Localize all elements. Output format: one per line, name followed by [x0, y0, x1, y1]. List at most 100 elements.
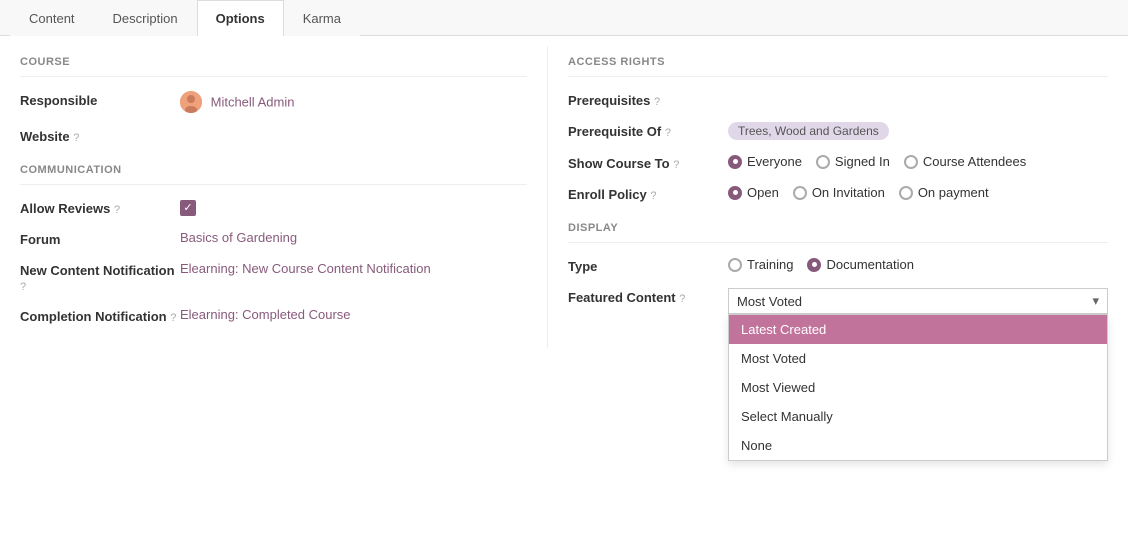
allow-reviews-help[interactable]: ?: [114, 204, 120, 216]
tab-description[interactable]: Description: [94, 0, 197, 36]
type-documentation-option[interactable]: Documentation: [807, 257, 913, 272]
enroll-policy-row: Enroll Policy ? Open On Invitation: [568, 185, 1108, 202]
new-content-label: New Content Notification ?: [20, 261, 180, 293]
featured-content-menu: Latest Created Most Voted Most Viewed Se…: [728, 314, 1108, 461]
new-content-help[interactable]: ?: [20, 281, 26, 293]
right-panel: ACCESS RIGHTS Prerequisites ? Prerequisi…: [548, 46, 1128, 348]
type-training-option[interactable]: Training: [728, 257, 793, 272]
responsible-value: Mitchell Admin: [180, 91, 527, 113]
type-documentation-label: Documentation: [826, 257, 913, 272]
type-row: Type Training Documentation: [568, 257, 1108, 274]
prerequisite-of-tag: Trees, Wood and Gardens: [728, 122, 889, 140]
prerequisite-of-row: Prerequisite Of ? Trees, Wood and Garden…: [568, 122, 1108, 140]
type-training-radio[interactable]: [728, 258, 742, 272]
show-attendees-radio[interactable]: [904, 155, 918, 169]
left-panel: COURSE Responsible Mitchell Admin: [0, 46, 548, 348]
website-help[interactable]: ?: [73, 132, 79, 144]
avatar: [180, 91, 202, 113]
enroll-payment-option[interactable]: On payment: [899, 185, 989, 200]
show-signed-in-label: Signed In: [835, 154, 890, 169]
type-value: Training Documentation: [728, 257, 1108, 272]
tab-bar: Content Description Options Karma: [0, 0, 1128, 36]
prerequisite-of-help[interactable]: ?: [665, 127, 671, 139]
show-signed-in-radio[interactable]: [816, 155, 830, 169]
new-content-value: Elearning: New Course Content Notificati…: [180, 261, 527, 276]
tab-options[interactable]: Options: [197, 0, 284, 36]
show-course-to-radio-group: Everyone Signed In Course Attendees: [728, 154, 1108, 169]
tabs-container: Content Description Options Karma COURSE…: [0, 0, 1128, 358]
enroll-policy-label: Enroll Policy ?: [568, 185, 728, 202]
completion-help[interactable]: ?: [170, 312, 176, 324]
enroll-policy-value: Open On Invitation On payment: [728, 185, 1108, 200]
enroll-payment-label: On payment: [918, 185, 989, 200]
dropdown-item-most-viewed[interactable]: Most Viewed: [729, 373, 1107, 402]
show-course-to-value: Everyone Signed In Course Attendees: [728, 154, 1108, 169]
prerequisites-label: Prerequisites ?: [568, 91, 728, 108]
featured-content-value: Most Voted ▾ Latest Created Most Voted M…: [728, 288, 1108, 314]
enroll-policy-help[interactable]: ?: [650, 190, 656, 202]
enroll-policy-radio-group: Open On Invitation On payment: [728, 185, 1108, 200]
prerequisites-help[interactable]: ?: [654, 96, 660, 108]
enroll-payment-radio[interactable]: [899, 186, 913, 200]
featured-content-selected: Most Voted: [737, 294, 802, 309]
show-attendees-label: Course Attendees: [923, 154, 1026, 169]
show-attendees-option[interactable]: Course Attendees: [904, 154, 1026, 169]
website-row: Website ?: [20, 127, 527, 144]
type-radio-group: Training Documentation: [728, 257, 1108, 272]
prerequisite-of-label: Prerequisite Of ?: [568, 122, 728, 139]
completion-label: Completion Notification ?: [20, 307, 180, 324]
enroll-invitation-option[interactable]: On Invitation: [793, 185, 885, 200]
new-content-row: New Content Notification ? Elearning: Ne…: [20, 261, 527, 293]
enroll-open-radio[interactable]: [728, 186, 742, 200]
enroll-invitation-label: On Invitation: [812, 185, 885, 200]
display-section: DISPLAY Type Training Documentation: [568, 222, 1108, 314]
allow-reviews-checkbox[interactable]: ✓: [180, 200, 196, 216]
completion-value: Elearning: Completed Course: [180, 307, 527, 322]
forum-link[interactable]: Basics of Gardening: [180, 230, 297, 245]
allow-reviews-value[interactable]: ✓: [180, 199, 527, 216]
tab-content[interactable]: Content: [10, 0, 94, 36]
show-course-to-row: Show Course To ? Everyone Signed In: [568, 154, 1108, 171]
responsible-row: Responsible Mitchell Admin: [20, 91, 527, 113]
featured-content-help[interactable]: ?: [679, 293, 685, 305]
type-label: Type: [568, 257, 728, 274]
chevron-down-icon: ▾: [1092, 293, 1099, 309]
show-everyone-option[interactable]: Everyone: [728, 154, 802, 169]
dropdown-item-none[interactable]: None: [729, 431, 1107, 460]
forum-value: Basics of Gardening: [180, 230, 527, 245]
show-course-to-help[interactable]: ?: [673, 159, 679, 171]
prerequisites-row: Prerequisites ?: [568, 91, 1108, 108]
dropdown-item-latest-created[interactable]: Latest Created: [729, 315, 1107, 344]
course-section-title: COURSE: [20, 56, 527, 77]
completion-row: Completion Notification ? Elearning: Com…: [20, 307, 527, 324]
show-everyone-label: Everyone: [747, 154, 802, 169]
allow-reviews-row: Allow Reviews ? ✓: [20, 199, 527, 216]
enroll-open-option[interactable]: Open: [728, 185, 779, 200]
forum-row: Forum Basics of Gardening: [20, 230, 527, 247]
display-section-title: DISPLAY: [568, 222, 1108, 243]
prerequisite-of-value: Trees, Wood and Gardens: [728, 122, 1108, 140]
type-training-label: Training: [747, 257, 793, 272]
dropdown-item-most-voted[interactable]: Most Voted: [729, 344, 1107, 373]
featured-content-label: Featured Content ?: [568, 288, 728, 305]
dropdown-item-select-manually[interactable]: Select Manually: [729, 402, 1107, 431]
website-label: Website ?: [20, 127, 180, 144]
tab-karma[interactable]: Karma: [284, 0, 360, 36]
show-signed-in-option[interactable]: Signed In: [816, 154, 890, 169]
show-everyone-radio[interactable]: [728, 155, 742, 169]
featured-content-row: Featured Content ? Most Voted ▾ Latest C…: [568, 288, 1108, 314]
communication-section: COMMUNICATION Allow Reviews ? ✓ Forum Ba…: [20, 164, 527, 324]
communication-section-title: COMMUNICATION: [20, 164, 527, 185]
type-documentation-radio[interactable]: [807, 258, 821, 272]
enroll-open-label: Open: [747, 185, 779, 200]
featured-content-dropdown[interactable]: Most Voted ▾: [728, 288, 1108, 314]
main-content: COURSE Responsible Mitchell Admin: [0, 36, 1128, 358]
enroll-invitation-radio[interactable]: [793, 186, 807, 200]
new-content-link[interactable]: Elearning: New Course Content Notificati…: [180, 261, 431, 276]
completion-link[interactable]: Elearning: Completed Course: [180, 307, 351, 322]
allow-reviews-label: Allow Reviews ?: [20, 199, 180, 216]
responsible-label: Responsible: [20, 91, 180, 108]
access-rights-section-title: ACCESS RIGHTS: [568, 56, 1108, 77]
forum-label: Forum: [20, 230, 180, 247]
show-course-to-label: Show Course To ?: [568, 154, 728, 171]
